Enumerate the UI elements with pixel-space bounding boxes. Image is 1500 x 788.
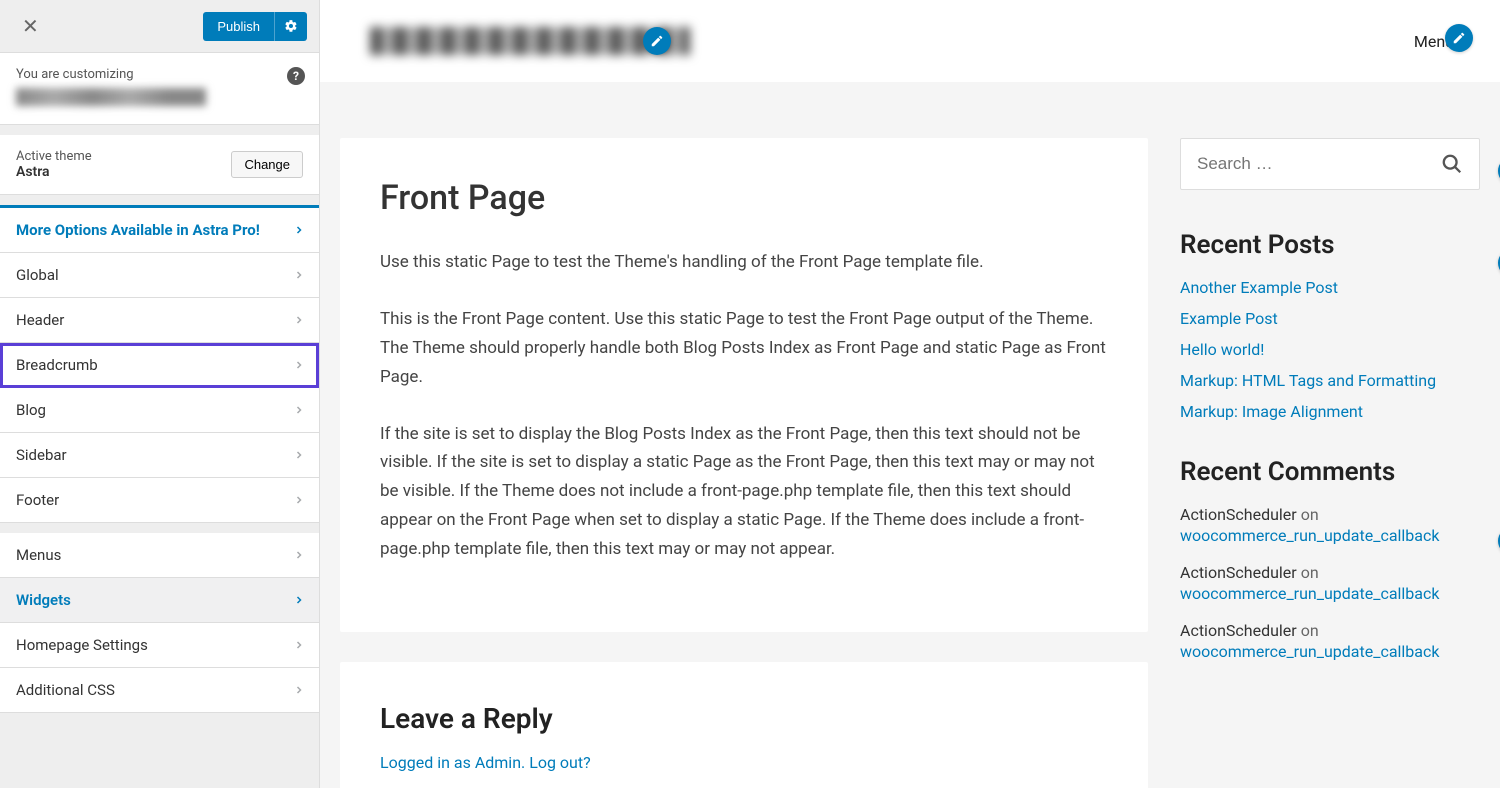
- section-label: More Options Available in Astra Pro!: [16, 221, 260, 239]
- section-label: Sidebar: [16, 446, 67, 464]
- customizer-sections: More Options Available in Astra Pro! Glo…: [0, 205, 319, 713]
- list-item: ActionScheduler on woocommerce_run_updat…: [1180, 621, 1480, 661]
- sidebar-topbar: ✕ Publish: [0, 0, 319, 53]
- reply-heading: Leave a Reply: [380, 702, 1108, 735]
- section-blog[interactable]: Blog: [0, 388, 319, 433]
- page-paragraph: This is the Front Page content. Use this…: [380, 305, 1108, 392]
- customizing-label: You are customizing: [16, 67, 303, 82]
- site-name-blurred: [16, 88, 206, 106]
- section-footer[interactable]: Footer: [0, 478, 319, 523]
- section-header[interactable]: Header: [0, 298, 319, 343]
- recent-posts-heading: Recent Posts: [1180, 230, 1480, 260]
- chevron-right-icon: [293, 639, 305, 651]
- chevron-right-icon: [293, 269, 305, 281]
- comment-target-link[interactable]: woocommerce_run_update_callback: [1180, 526, 1480, 545]
- section-homepage-settings[interactable]: Homepage Settings: [0, 623, 319, 668]
- active-theme-name: Astra: [16, 164, 92, 180]
- section-label: Homepage Settings: [16, 636, 148, 654]
- page-paragraph: If the site is set to display the Blog P…: [380, 420, 1108, 564]
- section-breadcrumb[interactable]: Breadcrumb: [0, 343, 319, 388]
- change-theme-button[interactable]: Change: [231, 151, 303, 178]
- page-paragraph: Use this static Page to test the Theme's…: [380, 248, 1108, 277]
- close-icon[interactable]: ✕: [12, 10, 49, 42]
- edit-shortcut-menu[interactable]: [1445, 24, 1473, 52]
- comment-author: ActionScheduler: [1180, 621, 1297, 640]
- page-title: Front Page: [380, 178, 1108, 218]
- post-link[interactable]: Markup: HTML Tags and Formatting: [1180, 371, 1436, 390]
- comment-author: ActionScheduler: [1180, 505, 1297, 524]
- section-label: Header: [16, 311, 64, 329]
- list-item: ActionScheduler on woocommerce_run_updat…: [1180, 505, 1480, 545]
- post-link[interactable]: Example Post: [1180, 309, 1278, 328]
- site-header: Menu: [320, 0, 1500, 82]
- chevron-right-icon: [293, 594, 305, 606]
- site-title-blurred: [370, 27, 690, 55]
- chevron-right-icon: [293, 314, 305, 326]
- post-link[interactable]: Another Example Post: [1180, 278, 1338, 297]
- comment-author: ActionScheduler: [1180, 563, 1297, 582]
- active-theme-label: Active theme: [16, 149, 92, 164]
- chevron-right-icon: [293, 359, 305, 371]
- reply-status: Logged in as Admin. Log out?: [380, 753, 1108, 772]
- section-sidebar[interactable]: Sidebar: [0, 433, 319, 478]
- comment-on-text: on: [1301, 505, 1319, 524]
- section-label: Breadcrumb: [16, 356, 98, 374]
- comment-on-text: on: [1301, 621, 1319, 640]
- section-gap: [0, 523, 319, 533]
- section-widgets[interactable]: Widgets: [0, 578, 319, 623]
- chevron-right-icon: [293, 449, 305, 461]
- search-icon[interactable]: [1441, 153, 1463, 175]
- pencil-icon: [1452, 31, 1466, 45]
- section-menus[interactable]: Menus: [0, 533, 319, 578]
- section-label: Widgets: [16, 591, 71, 609]
- preview-pane: Menu Front Page Use this static Page to …: [320, 0, 1500, 788]
- section-astra-pro[interactable]: More Options Available in Astra Pro!: [0, 208, 319, 253]
- publish-settings-button[interactable]: [274, 12, 307, 41]
- edit-shortcut-logo[interactable]: [643, 27, 671, 55]
- leave-reply-card: Leave a Reply Logged in as Admin. Log ou…: [340, 662, 1148, 788]
- section-additional-css[interactable]: Additional CSS: [0, 668, 319, 713]
- recent-comments-list: ActionScheduler on woocommerce_run_updat…: [1180, 505, 1480, 661]
- logged-in-link[interactable]: Logged in as Admin: [380, 753, 521, 772]
- comment-target-link[interactable]: woocommerce_run_update_callback: [1180, 642, 1480, 661]
- logout-link[interactable]: Log out?: [529, 753, 590, 772]
- list-item: Example Post: [1180, 309, 1480, 328]
- chevron-right-icon: [293, 404, 305, 416]
- customizing-info: You are customizing ?: [0, 53, 319, 125]
- section-global[interactable]: Global: [0, 253, 319, 298]
- post-link[interactable]: Markup: Image Alignment: [1180, 402, 1363, 421]
- search-widget: [1180, 138, 1480, 190]
- chevron-right-icon: [293, 224, 305, 236]
- comment-on-text: on: [1301, 563, 1319, 582]
- list-item: Markup: Image Alignment: [1180, 402, 1480, 421]
- comment-target-link[interactable]: woocommerce_run_update_callback: [1180, 584, 1480, 603]
- section-label: Global: [16, 266, 59, 284]
- pencil-icon: [650, 34, 664, 48]
- chevron-right-icon: [293, 494, 305, 506]
- customizer-sidebar: ✕ Publish You are customizing ? Active t…: [0, 0, 320, 788]
- help-icon[interactable]: ?: [287, 67, 305, 85]
- list-item: ActionScheduler on woocommerce_run_updat…: [1180, 563, 1480, 603]
- chevron-right-icon: [293, 684, 305, 696]
- section-label: Blog: [16, 401, 46, 419]
- gear-icon: [284, 19, 298, 33]
- list-item: Markup: HTML Tags and Formatting: [1180, 371, 1480, 390]
- section-label: Footer: [16, 491, 59, 509]
- chevron-right-icon: [293, 549, 305, 561]
- list-item: Another Example Post: [1180, 278, 1480, 297]
- recent-comments-heading: Recent Comments: [1180, 457, 1480, 487]
- recent-posts-list: Another Example Post Example Post Hello …: [1180, 278, 1480, 421]
- active-theme-box: Active theme Astra Change: [0, 135, 319, 195]
- publish-button[interactable]: Publish: [203, 12, 274, 41]
- post-link[interactable]: Hello world!: [1180, 340, 1264, 359]
- section-label: Menus: [16, 546, 61, 564]
- section-label: Additional CSS: [16, 681, 115, 699]
- page-content-card: Front Page Use this static Page to test …: [340, 138, 1148, 632]
- list-item: Hello world!: [1180, 340, 1480, 359]
- search-input[interactable]: [1197, 154, 1441, 174]
